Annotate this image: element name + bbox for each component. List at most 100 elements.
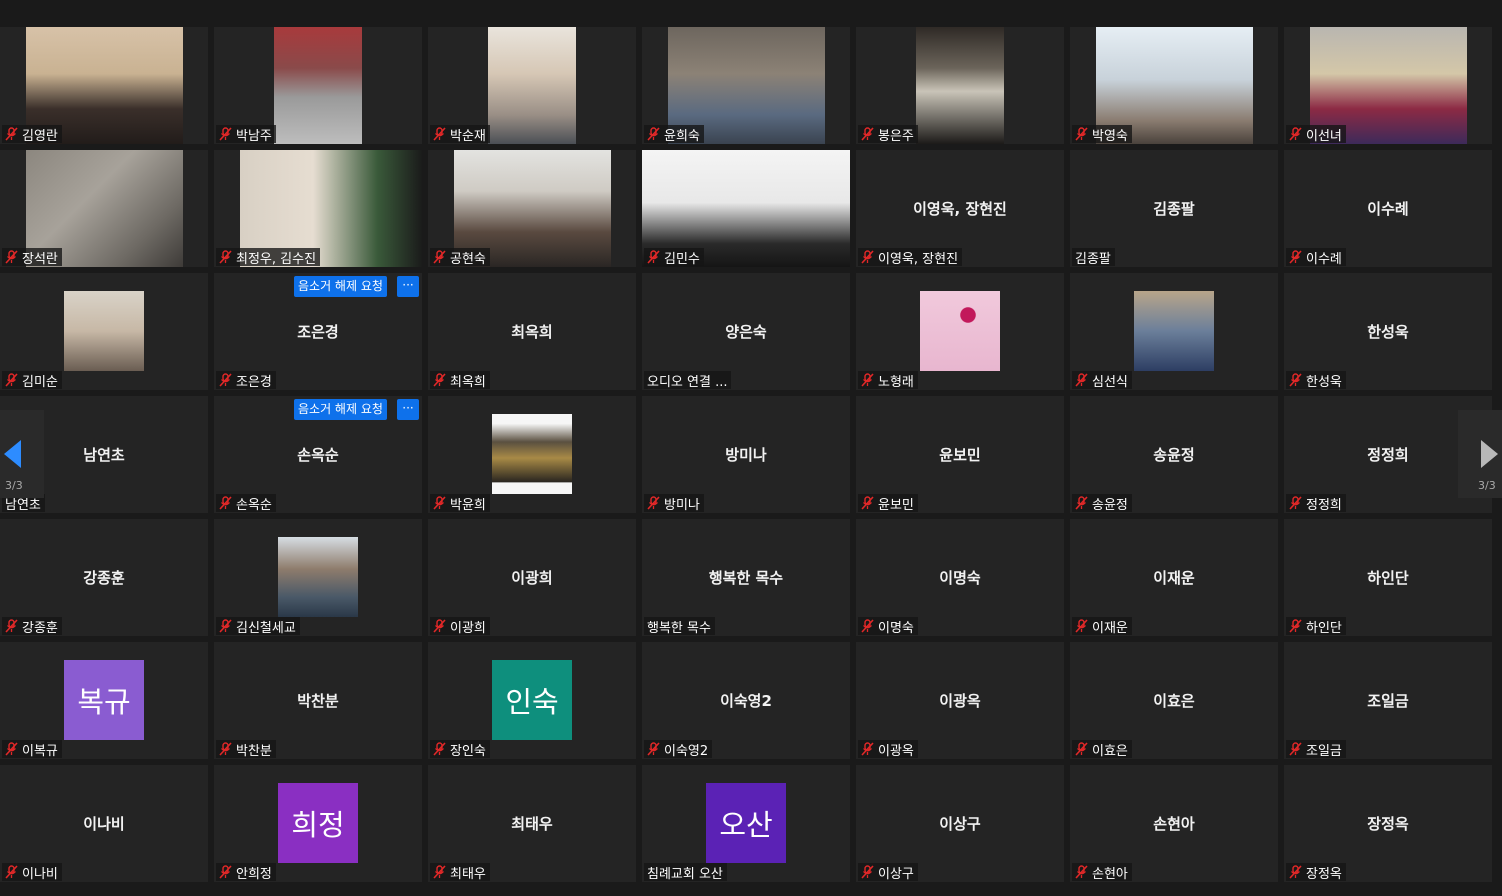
- mic-muted-icon: [861, 250, 874, 264]
- participant-tile[interactable]: 박영숙: [1070, 27, 1278, 144]
- next-page-button[interactable]: 3/3: [1458, 410, 1502, 498]
- participant-tile[interactable]: 최태우 최태우: [428, 765, 636, 882]
- participant-display-name: 최옥희: [511, 323, 553, 341]
- participant-tile[interactable]: 양은숙 오디오 연결 ...: [642, 273, 850, 390]
- mic-muted-icon: [433, 619, 446, 633]
- participant-tile[interactable]: 이명숙 이명숙: [856, 519, 1064, 636]
- participant-tile[interactable]: 이효은 이효은: [1070, 642, 1278, 759]
- mic-muted-icon: [1075, 865, 1088, 879]
- page-indicator-left: 3/3: [5, 479, 23, 492]
- participant-tile[interactable]: 이광옥 이광옥: [856, 642, 1064, 759]
- mic-muted-icon: [5, 373, 18, 387]
- participant-tile[interactable]: 최옥희 최옥희: [428, 273, 636, 390]
- participant-tile[interactable]: 김신철세교: [214, 519, 422, 636]
- chevron-right-icon: [1481, 440, 1498, 468]
- participant-display-name: 손옥순: [297, 446, 339, 464]
- participant-tile[interactable]: 이재운 이재운: [1070, 519, 1278, 636]
- participant-tile[interactable]: 송윤정 송윤정: [1070, 396, 1278, 513]
- participant-tile[interactable]: 이나비 이나비: [0, 765, 208, 882]
- participant-tile[interactable]: 장정옥 장정옥: [1284, 765, 1492, 882]
- participant-tile[interactable]: 공현숙: [428, 150, 636, 267]
- participant-tile[interactable]: 이상구 이상구: [856, 765, 1064, 882]
- participant-name: 김신철세교: [236, 620, 296, 636]
- unmute-request-badge[interactable]: 음소거 해제 요청: [294, 276, 387, 297]
- participant-tile[interactable]: 최정우, 김수진: [214, 150, 422, 267]
- participant-tile[interactable]: 김미순: [0, 273, 208, 390]
- mic-muted-icon: [433, 865, 446, 879]
- participant-tile[interactable]: 복규 이복규: [0, 642, 208, 759]
- participant-tile[interactable]: 이숙영2 이숙영2: [642, 642, 850, 759]
- participant-tile[interactable]: 장석란: [0, 150, 208, 267]
- participant-display-name: 조일금: [1367, 692, 1409, 710]
- participant-tile[interactable]: 행복한 목수 행복한 목수: [642, 519, 850, 636]
- mic-muted-icon: [647, 250, 660, 264]
- participant-tile[interactable]: 오산 침례교회 오산: [642, 765, 850, 882]
- mic-muted-icon: [219, 865, 232, 879]
- participant-name-label: 이명숙: [858, 617, 918, 636]
- participant-tile[interactable]: 한성욱 한성욱: [1284, 273, 1492, 390]
- participant-display-name: 이광희: [511, 569, 553, 587]
- participant-display-name: 이수례: [1367, 200, 1409, 218]
- participant-tile[interactable]: 방미나 방미나: [642, 396, 850, 513]
- participant-display-name: 이숙영2: [720, 692, 772, 710]
- participant-name-label: 최옥희: [430, 371, 490, 390]
- participant-tile[interactable]: 김민수: [642, 150, 850, 267]
- participant-tile[interactable]: 이영욱, 장현진 이영욱, 장현진: [856, 150, 1064, 267]
- participant-name: 박순재: [450, 128, 486, 144]
- participant-tile[interactable]: 이선녀: [1284, 27, 1492, 144]
- profile-photo: [492, 414, 572, 494]
- participant-name: 이명숙: [878, 620, 914, 636]
- unmute-request-badge[interactable]: 음소거 해제 요청: [294, 399, 387, 420]
- participant-name: 장정옥: [1306, 866, 1342, 882]
- participant-tile[interactable]: 박남주: [214, 27, 422, 144]
- mic-muted-icon: [433, 127, 446, 141]
- participant-name: 손옥순: [236, 497, 272, 513]
- participant-name-label: 이나비: [2, 863, 62, 882]
- participant-name-label: 한성욱: [1286, 371, 1346, 390]
- participant-tile[interactable]: 인숙 장인숙: [428, 642, 636, 759]
- participant-tile[interactable]: 윤보민 윤보민: [856, 396, 1064, 513]
- more-options-button[interactable]: ···: [397, 276, 419, 297]
- participant-tile[interactable]: 박윤희: [428, 396, 636, 513]
- participant-tile[interactable]: 손옥순 음소거 해제 요청 ··· 손옥순: [214, 396, 422, 513]
- participant-name-label: 윤보민: [858, 494, 918, 513]
- participant-tile[interactable]: 박순재: [428, 27, 636, 144]
- avatar-initials: 오산: [706, 783, 786, 863]
- participant-tile[interactable]: 하인단 하인단: [1284, 519, 1492, 636]
- participant-name-label: 장정옥: [1286, 863, 1346, 882]
- participant-name: 방미나: [664, 497, 700, 513]
- participant-name: 박찬분: [236, 743, 272, 759]
- participant-tile[interactable]: 노형래: [856, 273, 1064, 390]
- participant-tile[interactable]: 봉은주: [856, 27, 1064, 144]
- participant-tile[interactable]: 박찬분 박찬분: [214, 642, 422, 759]
- participant-display-name: 방미나: [725, 446, 767, 464]
- participant-name: 이나비: [22, 866, 58, 882]
- participant-name: 최태우: [450, 866, 486, 882]
- participant-tile[interactable]: 이광희 이광희: [428, 519, 636, 636]
- participant-tile[interactable]: 손현아 손현아: [1070, 765, 1278, 882]
- participant-tile[interactable]: 윤희숙: [642, 27, 850, 144]
- participant-tile[interactable]: 김종팔 김종팔: [1070, 150, 1278, 267]
- prev-page-button[interactable]: 3/3: [0, 410, 44, 498]
- participant-tile[interactable]: 심선식: [1070, 273, 1278, 390]
- participant-video: [488, 27, 576, 144]
- participant-tile[interactable]: 이수례 이수례: [1284, 150, 1492, 267]
- avatar-initials: 복규: [64, 660, 144, 740]
- participant-tile[interactable]: 희정 안희정: [214, 765, 422, 882]
- participant-name-label: 이광희: [430, 617, 490, 636]
- mic-muted-icon: [433, 496, 446, 510]
- participant-name: 윤보민: [878, 497, 914, 513]
- mic-muted-icon: [1289, 865, 1302, 879]
- participant-display-name: 이명숙: [939, 569, 981, 587]
- participant-tile[interactable]: 김영란: [0, 27, 208, 144]
- mic-muted-icon: [1075, 496, 1088, 510]
- participant-name-label: 손옥순: [216, 494, 276, 513]
- participant-tile[interactable]: 조은경 음소거 해제 요청 ··· 조은경: [214, 273, 422, 390]
- participant-tile[interactable]: 강종훈 강종훈: [0, 519, 208, 636]
- more-options-button[interactable]: ···: [397, 399, 419, 420]
- participant-name: 이상구: [878, 866, 914, 882]
- mic-muted-icon: [1075, 742, 1088, 756]
- participant-tile[interactable]: 조일금 조일금: [1284, 642, 1492, 759]
- mic-muted-icon: [861, 496, 874, 510]
- participant-name: 노형래: [878, 374, 914, 390]
